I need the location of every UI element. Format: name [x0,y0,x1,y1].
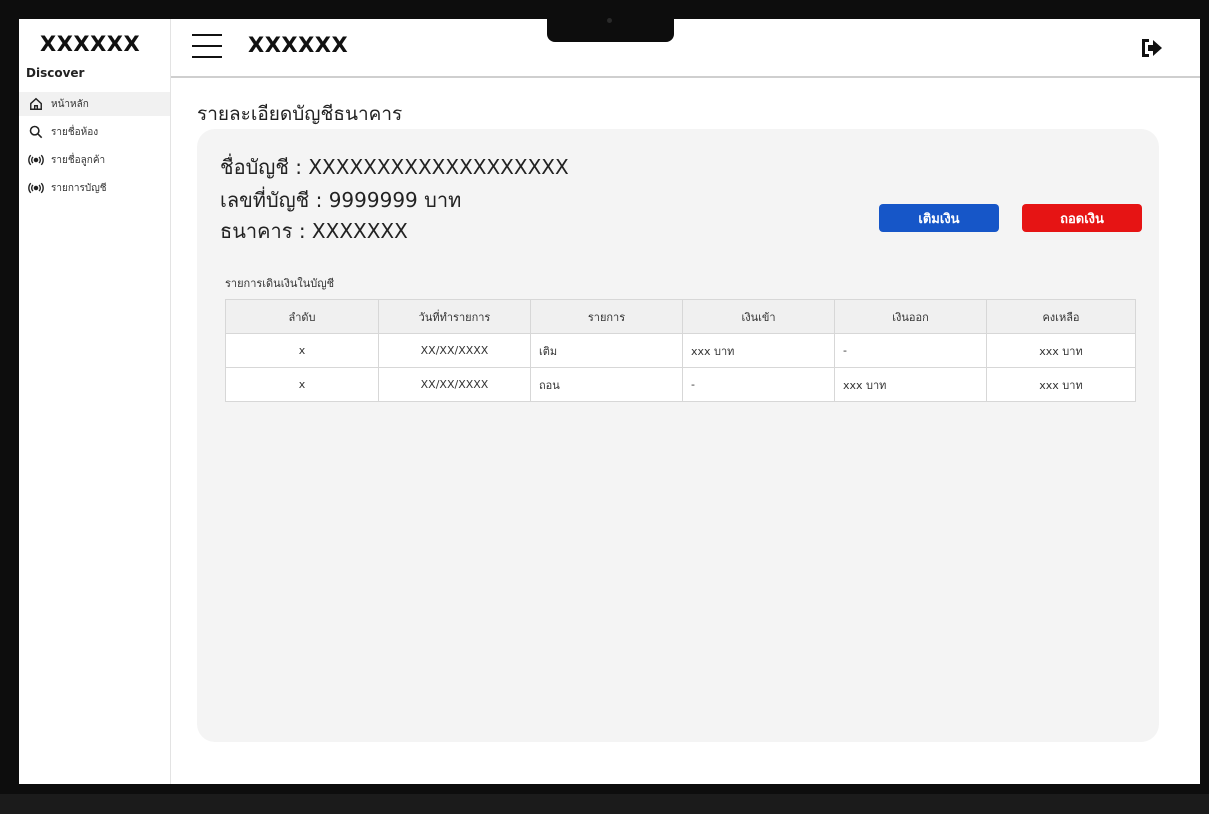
device-frame-left [0,0,19,814]
column-header-date: วันที่ทำรายการ [378,299,531,334]
account-number: เลขที่บัญชี : 9999999 บาท [220,188,462,212]
cell-money-out: - [834,333,987,368]
device-frame-bottom-edge [0,784,1209,794]
withdraw-button[interactable]: ถอดเงิน [1022,204,1142,232]
app-title: XXXXXX [248,33,349,57]
cell-order: x [225,333,379,368]
cell-date: XX/XX/XXXX [378,333,531,368]
sidebar-item-customers[interactable]: รายชื่อลูกค้า [19,148,170,172]
column-header-money-in: เงินเข้า [682,299,835,334]
column-header-balance: คงเหลือ [986,299,1136,334]
table-caption: รายการเดินเงินในบัญชี [225,277,335,290]
brand-logo-text: XXXXXX [40,32,141,56]
sidebar-section-title: Discover [26,66,85,80]
cell-item: ถอน [530,367,683,402]
cell-money-in: - [682,367,835,402]
account-name: ชื่อบัญชี : XXXXXXXXXXXXXXXXXXX [220,155,569,179]
sidebar-item-label: รายชื่อห้อง [51,126,99,138]
sidebar-item-home[interactable]: หน้าหลัก [19,92,170,116]
table-header-row: ลำดับ วันที่ทำรายการ รายการ เงินเข้า เงิ… [225,299,1136,334]
sidebar-item-label: รายชื่อลูกค้า [51,154,106,166]
broadcast-icon [28,152,44,168]
page-title: รายละเอียดบัญชีธนาคาร [197,103,403,125]
broadcast-icon [28,180,44,196]
sidebar-item-accounts[interactable]: รายการบัญชี [19,176,170,200]
bank-name: ธนาคาร : XXXXXXX [220,219,408,243]
column-header-money-out: เงินออก [834,299,987,334]
camera-notch [547,10,674,42]
cell-balance: xxx บาท [986,333,1136,368]
sidebar-item-rooms[interactable]: รายชื่อห้อง [19,120,170,144]
column-header-item: รายการ [530,299,683,334]
home-icon [28,96,44,112]
hamburger-menu-icon[interactable] [192,34,222,58]
cell-money-in: xxx บาท [682,333,835,368]
table-row: x XX/XX/XXXX เติม xxx บาท - xxx บาท [225,333,1136,368]
sidebar-item-label: หน้าหลัก [51,98,89,110]
account-detail-card: ชื่อบัญชี : XXXXXXXXXXXXXXXXXXX เลขที่บั… [197,129,1159,742]
deposit-button[interactable]: เติมเงิน [879,204,999,232]
cell-date: XX/XX/XXXX [378,367,531,402]
table-row: x XX/XX/XXXX ถอน - xxx บาท xxx บาท [225,367,1136,402]
search-icon [28,124,44,140]
column-header-order: ลำดับ [225,299,379,334]
cell-order: x [225,367,379,402]
device-frame-right [1200,0,1209,814]
camera-icon [607,18,612,23]
cell-money-out: xxx บาท [834,367,987,402]
cell-item: เติม [530,333,683,368]
app-screen: XXXXXX Discover หน้าหลัก รายชื่อห้อง ราย… [19,19,1200,784]
top-bar: XXXXXX [171,19,1200,78]
logout-icon[interactable] [1140,37,1162,59]
sidebar: XXXXXX Discover หน้าหลัก รายชื่อห้อง ราย… [19,19,171,784]
transactions-table: ลำดับ วันที่ทำรายการ รายการ เงินเข้า เงิ… [225,299,1136,402]
sidebar-item-label: รายการบัญชี [51,182,107,194]
cell-balance: xxx บาท [986,367,1136,402]
